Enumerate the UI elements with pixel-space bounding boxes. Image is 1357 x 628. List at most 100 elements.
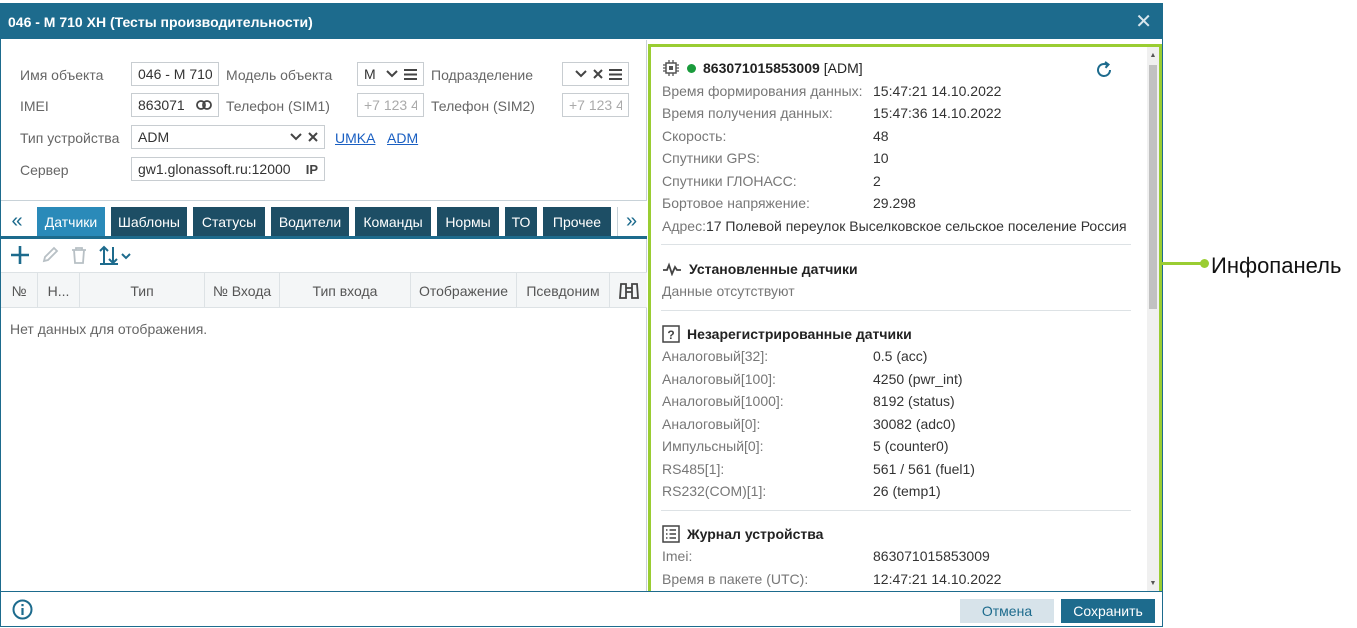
info-value: 2 [873, 173, 881, 189]
info-label: Бортовое напряжение: [662, 195, 810, 211]
column-input-type[interactable]: Тип входа [280, 273, 411, 308]
chip-icon [663, 60, 679, 76]
tab-maintenance[interactable]: ТО [505, 207, 537, 236]
tab-norms[interactable]: Нормы [437, 207, 499, 236]
phone2-label: Телефон (SIM2) [431, 98, 535, 114]
left-panel: Имя объекта 046 - M 710 XH Модель объект… [1, 40, 647, 591]
info-label: Время получения данных: [662, 105, 833, 121]
column-name[interactable]: Н... [38, 273, 80, 308]
edit-button[interactable] [39, 243, 61, 267]
refresh-icon[interactable] [1095, 61, 1113, 82]
journal-value: 863071015853009 [873, 548, 990, 564]
name-label: Имя объекта [20, 67, 104, 83]
info-icon[interactable] [12, 599, 33, 623]
sensor-value: 0.5 (acc) [873, 348, 928, 364]
scrollbar-thumb[interactable] [1149, 65, 1157, 309]
delete-button[interactable] [68, 243, 90, 267]
plus-icon [11, 246, 29, 264]
scroll-down-icon[interactable]: ▼ [1147, 577, 1159, 589]
sensor-value: 561 / 561 (fuel1) [873, 461, 975, 477]
link-icon[interactable] [196, 100, 212, 110]
callout-label: Инфопанель [1211, 253, 1342, 278]
object-form: Имя объекта 046 - M 710 XH Модель объект… [1, 40, 647, 200]
divider [661, 244, 1131, 245]
column-number[interactable]: № [1, 273, 38, 308]
info-value: 48 [873, 128, 889, 144]
sort-icon [99, 245, 131, 265]
trash-icon [72, 247, 86, 264]
chevron-down-icon[interactable] [575, 70, 587, 78]
info-label: Время формирования данных: [662, 83, 863, 99]
title-bar: 046 - M 710 XH (Тесты производительности… [1, 4, 1162, 39]
umka-link[interactable]: UMKA [335, 130, 375, 146]
tab-statuses[interactable]: Статусы [193, 207, 265, 236]
info-value: 29.298 [873, 195, 916, 211]
clear-icon[interactable] [593, 69, 603, 79]
info-label: Скорость: [662, 128, 727, 144]
info-value: 15:47:21 14.10.2022 [873, 83, 1002, 99]
installed-sensors-title: Установленные датчики [662, 261, 858, 277]
journal-icon [662, 525, 680, 543]
chevron-down-icon[interactable] [290, 133, 302, 141]
question-icon: ? [662, 325, 680, 343]
sort-menu-button[interactable] [98, 243, 134, 267]
address-value: 17 Полевой переулок Выселковское сельско… [705, 218, 1127, 234]
ip-icon[interactable]: IP [306, 162, 318, 177]
list-icon[interactable] [404, 68, 417, 80]
imei-input[interactable]: 863071 [131, 93, 219, 117]
division-select[interactable] [562, 62, 629, 86]
cancel-button[interactable]: Отмена [960, 599, 1054, 623]
column-alias[interactable]: Псевдоним [517, 273, 610, 308]
add-button[interactable] [9, 243, 31, 267]
phone1-input[interactable]: +7 123 4 [357, 93, 424, 117]
sensor-label: Аналоговый[1000]: [662, 393, 784, 409]
divider [661, 510, 1131, 511]
device-type-select[interactable]: ADM [131, 125, 325, 149]
tabs-scroll-right-icon[interactable]: » [617, 207, 645, 236]
close-icon[interactable]: ✕ [1135, 12, 1152, 32]
sensor-value: 8192 (status) [873, 393, 955, 409]
svg-text:?: ? [667, 328, 674, 342]
info-label: Спутники GPS: [662, 150, 760, 166]
phone1-label: Телефон (SIM1) [226, 98, 330, 114]
online-status-dot [687, 63, 696, 73]
info-panel-scrollbar[interactable]: ▲ ▼ [1147, 47, 1159, 591]
sensors-toolbar [1, 239, 647, 271]
name-input[interactable]: 046 - M 710 XH [131, 62, 219, 86]
column-display[interactable]: Отображение [411, 273, 517, 308]
clear-icon[interactable] [308, 132, 318, 142]
info-value: 15:47:36 14.10.2022 [873, 105, 1002, 121]
adm-link[interactable]: ADM [387, 130, 418, 146]
server-label: Сервер [20, 162, 69, 178]
device-header: 863071015853009 [ADM] [662, 60, 863, 76]
tab-sensors[interactable]: Датчики [37, 207, 105, 236]
sensor-label: Аналоговый[100]: [662, 371, 776, 387]
journal-label: Imei: [662, 548, 693, 564]
empty-grid-message: Нет данных для отображения. [10, 321, 208, 337]
column-type[interactable]: Тип [80, 273, 205, 308]
tab-templates[interactable]: Шаблоны [111, 207, 187, 236]
binoculars-icon[interactable] [610, 273, 647, 308]
dialog-title: 046 - M 710 XH (Тесты производительности… [8, 13, 313, 30]
info-value: 10 [873, 150, 889, 166]
tab-drivers[interactable]: Водители [271, 207, 349, 236]
sensor-label: Импульсный[0]: [662, 438, 764, 454]
list-icon[interactable] [609, 68, 622, 80]
info-panel-content: 863071015853009 [ADM] Время формирования… [651, 47, 1147, 591]
server-input[interactable]: gw1.glonassoft.ru:12000 IP [131, 157, 325, 181]
phone2-input[interactable]: +7 123 4 [562, 93, 629, 117]
sensor-label: Аналоговый[0]: [662, 416, 761, 432]
sensor-value: 5 (counter0) [873, 438, 949, 454]
device-type-label: Тип устройства [20, 130, 120, 146]
tabs-scroll-left-icon[interactable]: « [3, 207, 31, 236]
model-select[interactable]: M [357, 62, 424, 86]
tab-commands[interactable]: Команды [355, 207, 431, 236]
scroll-up-icon[interactable]: ▲ [1147, 49, 1159, 61]
save-button[interactable]: Сохранить [1061, 599, 1155, 623]
chevron-down-icon[interactable] [386, 70, 398, 78]
column-input-number[interactable]: № Входа [205, 273, 280, 308]
model-label: Модель объекта [226, 67, 333, 83]
sensor-label: Аналоговый[32]: [662, 348, 769, 364]
tab-other[interactable]: Прочее [543, 207, 611, 236]
device-tag: [ADM] [823, 60, 863, 76]
